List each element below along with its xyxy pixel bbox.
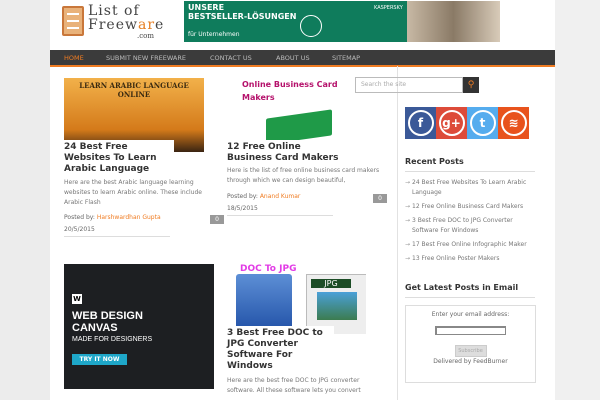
globe-icon bbox=[300, 15, 322, 37]
facebook-icon: f bbox=[407, 110, 434, 136]
google-plus-button[interactable]: g+ bbox=[436, 107, 467, 139]
twitter-button[interactable]: t bbox=[467, 107, 498, 139]
google-plus-icon: g+ bbox=[438, 110, 465, 136]
card-image bbox=[266, 109, 332, 140]
sidebar-divider bbox=[397, 66, 398, 400]
post-excerpt: Here is the list of free online business… bbox=[227, 167, 380, 184]
nav-submit[interactable]: SUBMIT NEW FREEWARE bbox=[106, 54, 186, 62]
recent-posts-heading: Recent Posts bbox=[405, 157, 464, 166]
twitter-icon: t bbox=[469, 110, 496, 136]
recent-post-link[interactable]: 24 Best Free Websites To Learn Arabic La… bbox=[405, 178, 540, 198]
post-excerpt: Here are the best Arabic language learni… bbox=[64, 179, 202, 206]
search-button[interactable]: ⚲ bbox=[463, 77, 479, 93]
nav-about[interactable]: ABOUT US bbox=[276, 54, 310, 62]
display-ad[interactable]: W WEB DESIGN CANVAS MADE FOR DESIGNERS T… bbox=[64, 264, 214, 389]
nav-sitemap[interactable]: SITEMAP bbox=[332, 54, 360, 62]
nav-contact[interactable]: CONTACT US bbox=[210, 54, 252, 62]
facebook-button[interactable]: f bbox=[405, 107, 436, 139]
recent-post-link[interactable]: 3 Best Free DOC to JPG Converter Softwar… bbox=[405, 216, 540, 236]
post-meta: Posted by: Harshwardhan Gupta 20/5/2015 bbox=[64, 214, 161, 233]
clipboard-icon bbox=[62, 6, 84, 36]
subscribe-button[interactable]: Subscribe bbox=[454, 345, 487, 357]
post-title[interactable]: 12 Free Online Business Card Makers bbox=[227, 142, 342, 164]
post-title[interactable]: 3 Best Free DOC to JPG Converter Softwar… bbox=[227, 328, 327, 372]
post-title[interactable]: 24 Best Free Websites To Learn Arabic La… bbox=[64, 142, 164, 175]
email-subscribe-box: Enter your email address: Subscribe Deli… bbox=[405, 305, 536, 383]
nav-home[interactable]: HOME bbox=[64, 54, 84, 62]
banner-ad[interactable]: UNSERE BESTSELLER-LÖSUNGEN für Unternehme… bbox=[184, 1, 500, 42]
comment-count[interactable]: 0 bbox=[373, 194, 387, 203]
post-excerpt: Here are the best free DOC to JPG conver… bbox=[227, 377, 361, 394]
rss-button[interactable]: ≋ bbox=[498, 107, 529, 139]
recent-posts-list: 24 Best Free Websites To Learn Arabic La… bbox=[405, 178, 540, 264]
search-input[interactable]: Search the site bbox=[355, 77, 463, 93]
recent-post-link[interactable]: 12 Free Online Business Card Makers bbox=[405, 202, 540, 212]
ad-photo bbox=[407, 1, 500, 42]
author-link[interactable]: Harshwardhan Gupta bbox=[97, 214, 161, 221]
post-thumbnail[interactable]: Online Business Card Makers bbox=[240, 78, 370, 140]
post-thumbnail[interactable]: DOC To JPG JPG bbox=[234, 264, 366, 334]
author-link[interactable]: Anand Kumar bbox=[260, 193, 301, 200]
main-nav: HOME SUBMIT NEW FREEWARE CONTACT US ABOU… bbox=[50, 50, 555, 67]
recent-post-link[interactable]: 17 Best Free Online Infographic Maker bbox=[405, 240, 540, 250]
try-it-now-button[interactable]: TRY IT NOW bbox=[72, 354, 127, 365]
image-file-icon: JPG bbox=[306, 274, 366, 334]
page-background-strip bbox=[555, 0, 600, 400]
site-logo[interactable]: List of Freeware .com bbox=[62, 4, 163, 40]
rss-icon: ≋ bbox=[500, 110, 527, 136]
recent-post-link[interactable]: 13 Free Online Poster Makers bbox=[405, 254, 540, 264]
email-heading: Get Latest Posts in Email bbox=[405, 283, 519, 292]
search-icon: ⚲ bbox=[467, 80, 475, 90]
word-doc-icon bbox=[236, 274, 292, 334]
post-meta: Posted by: Anand Kumar 18/5/2015 bbox=[227, 193, 301, 212]
email-input[interactable] bbox=[435, 326, 506, 335]
comment-count[interactable]: 0 bbox=[210, 215, 224, 224]
